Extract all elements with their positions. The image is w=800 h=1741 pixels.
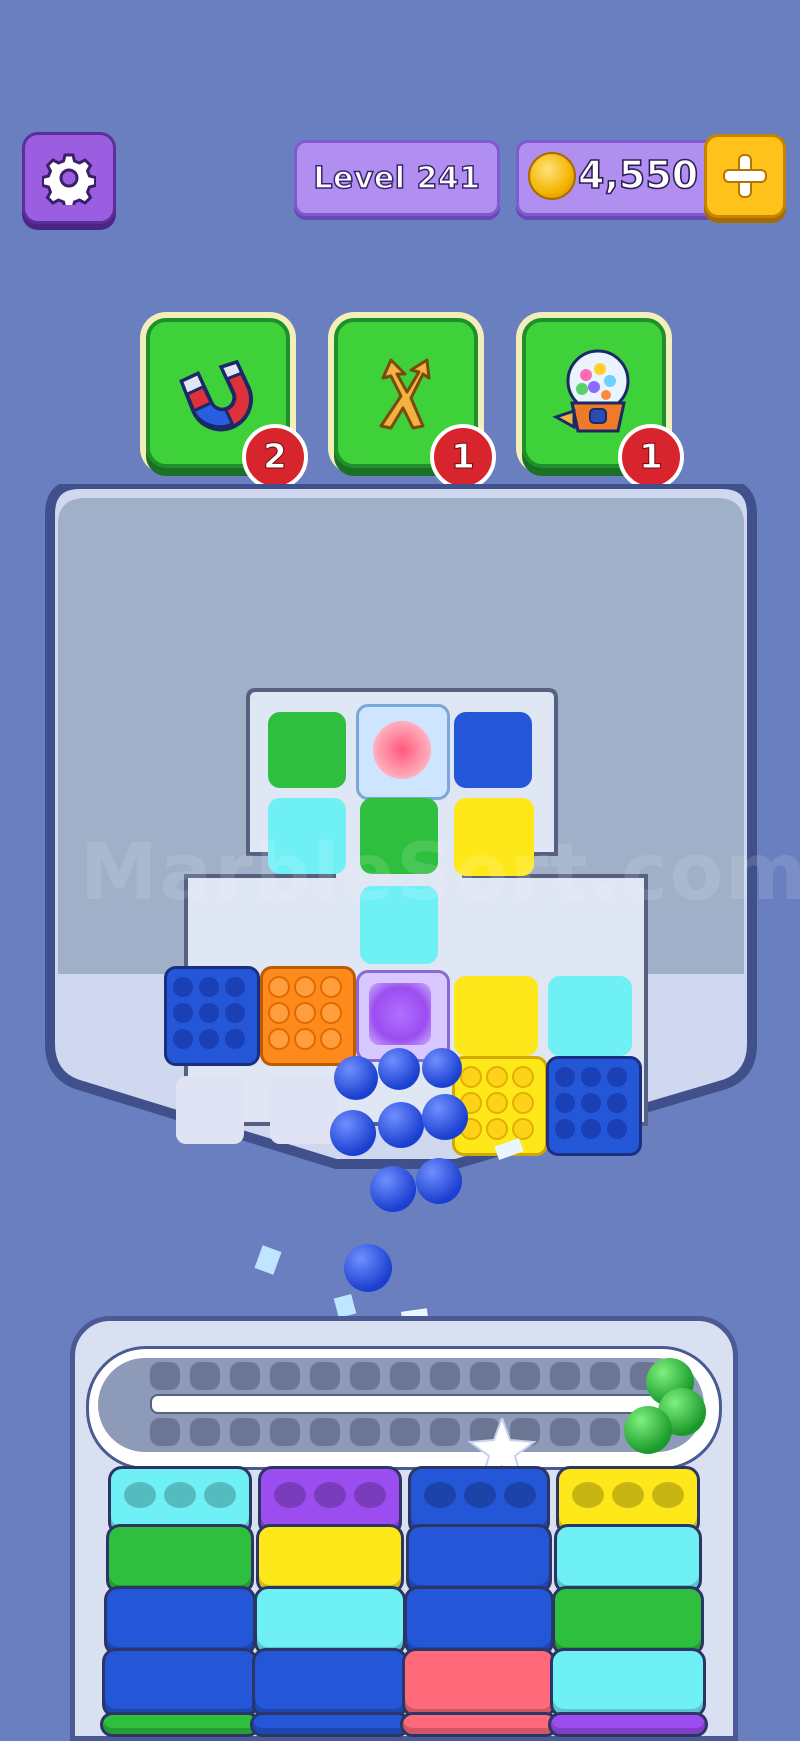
track-slot xyxy=(430,1362,460,1390)
stack-block[interactable] xyxy=(106,1524,254,1594)
block-cyan[interactable] xyxy=(548,976,632,1056)
stack-block[interactable] xyxy=(104,1586,256,1656)
marble-hole xyxy=(124,1482,156,1508)
stack-block[interactable] xyxy=(250,1712,410,1737)
track-slot xyxy=(390,1418,420,1446)
track-slot xyxy=(230,1418,260,1446)
track-marble-green xyxy=(624,1406,672,1454)
gumball-machine-icon xyxy=(552,349,630,433)
track-slot xyxy=(550,1362,580,1390)
stack-block[interactable] xyxy=(548,1712,708,1737)
block-ice-red[interactable] xyxy=(356,704,450,800)
marble-block-blue[interactable] xyxy=(164,966,260,1066)
track-slot xyxy=(310,1362,340,1390)
marble-hole xyxy=(612,1482,644,1508)
stack-block[interactable] xyxy=(550,1648,706,1718)
stack-block[interactable] xyxy=(552,1586,704,1656)
track-slot xyxy=(510,1362,540,1390)
magnet-icon xyxy=(179,359,253,432)
stack-block[interactable] xyxy=(554,1524,702,1594)
ice-shard xyxy=(254,1245,282,1275)
plus-icon xyxy=(723,154,767,198)
falling-marbles xyxy=(330,1044,480,1244)
marble-hole xyxy=(314,1482,346,1508)
ice-shard xyxy=(333,1294,357,1318)
track-slot xyxy=(350,1418,380,1446)
marble-hole xyxy=(464,1482,496,1508)
marble-hole xyxy=(274,1482,306,1508)
track-slot xyxy=(390,1362,420,1390)
marble-hole xyxy=(652,1482,684,1508)
split-arrows-icon xyxy=(379,358,431,430)
track-slot xyxy=(230,1362,260,1390)
stack-block[interactable] xyxy=(102,1648,258,1718)
track-slot xyxy=(270,1362,300,1390)
stack-block[interactable] xyxy=(402,1648,556,1718)
stack-block[interactable] xyxy=(100,1712,260,1737)
stack-block[interactable] xyxy=(406,1524,552,1594)
gumball-count-badge: 1 xyxy=(618,424,684,490)
marble-hole xyxy=(164,1482,196,1508)
track-slot xyxy=(590,1362,620,1390)
track-slot xyxy=(190,1418,220,1446)
track-divider xyxy=(150,1394,664,1414)
stack-block[interactable] xyxy=(254,1586,406,1656)
stack-block[interactable] xyxy=(404,1586,554,1656)
marble-hole xyxy=(424,1482,456,1508)
track-slot xyxy=(150,1362,180,1390)
gear-icon xyxy=(42,153,96,205)
track-slot xyxy=(310,1418,340,1446)
stack-block[interactable] xyxy=(252,1648,408,1718)
coin-icon xyxy=(528,152,576,200)
track-slot xyxy=(590,1418,620,1446)
marble-hole xyxy=(204,1482,236,1508)
marble-hole xyxy=(354,1482,386,1508)
block-green[interactable] xyxy=(268,712,346,788)
marble-hole xyxy=(504,1482,536,1508)
marble-hole xyxy=(572,1482,604,1508)
track-slot xyxy=(350,1362,380,1390)
empty-slot xyxy=(270,1076,338,1144)
stack-block[interactable] xyxy=(400,1712,558,1737)
track-slot xyxy=(150,1418,180,1446)
settings-button[interactable] xyxy=(22,132,116,224)
split-count-badge: 1 xyxy=(430,424,496,490)
track-slot xyxy=(190,1362,220,1390)
block-blue[interactable] xyxy=(454,712,532,788)
add-coins-button[interactable] xyxy=(704,134,786,218)
falling-marble xyxy=(344,1244,392,1292)
track-slot xyxy=(550,1418,580,1446)
coin-amount: 4,550 xyxy=(577,152,699,198)
empty-slot xyxy=(176,1076,244,1144)
watermark: MarbleSort.com xyxy=(80,828,800,918)
magnet-count-badge: 2 xyxy=(242,424,308,490)
stack-block[interactable] xyxy=(256,1524,404,1594)
marble-block-blue[interactable] xyxy=(546,1056,642,1156)
track-slot xyxy=(470,1362,500,1390)
level-indicator: Level 241 xyxy=(294,140,500,216)
track-slot xyxy=(270,1418,300,1446)
